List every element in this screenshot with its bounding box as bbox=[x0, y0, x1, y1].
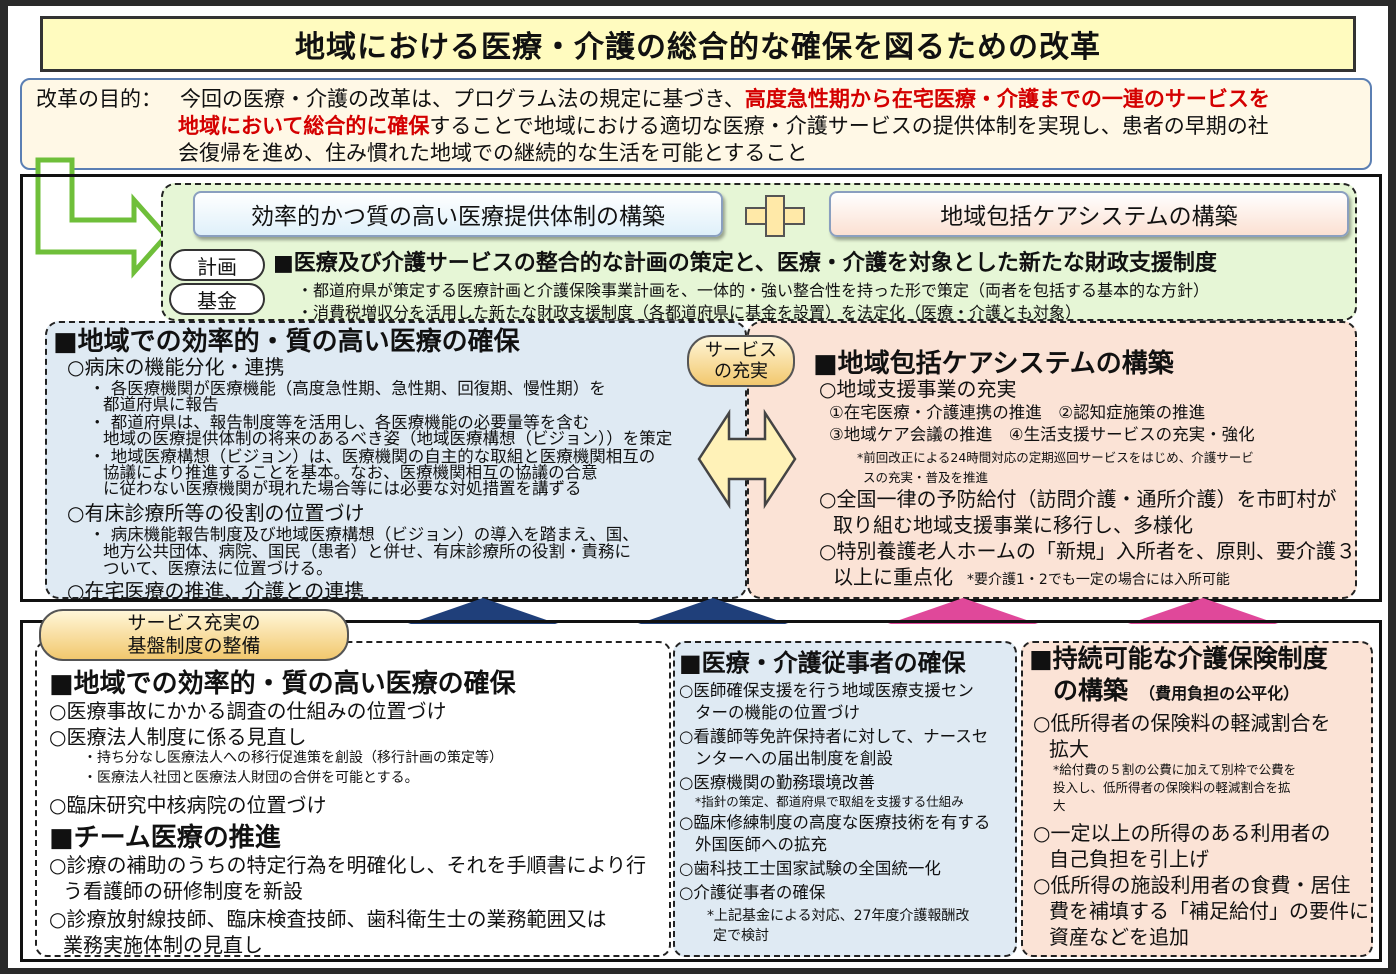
purpose-text-1: 今回の医療・介護の改革は、プログラム法の規定に基づき、 bbox=[180, 87, 745, 111]
pill-fund: 基金 bbox=[169, 283, 265, 315]
text-line: 業務実施体制の見直し bbox=[63, 933, 263, 957]
upper-section: 効率的かつ質の高い医療提供体制の構築 地域包括ケアシステムの構築 計画 基金 ■… bbox=[20, 174, 1382, 603]
text-line: 拡大 bbox=[1049, 737, 1089, 761]
text-line: *要介護1・2でも一定の場合には入所可能 bbox=[967, 572, 1230, 588]
service-oval: サービス の充実 bbox=[687, 335, 795, 387]
text-line: 費を補填する「補足給付」の要件に bbox=[1049, 899, 1369, 923]
text-line: *上記基金による対応、27年度介護報酬改 bbox=[707, 908, 970, 924]
text-line: ○介護従事者の確保 bbox=[679, 883, 826, 902]
text-line: *給付費の５割の公費に加えて別枠で公費を bbox=[1053, 762, 1297, 777]
text-line: ○全国一律の予防給付（訪問介護・通所介護）を市町村が bbox=[819, 487, 1337, 511]
text-line: ○医療事故にかかる調査の仕組みの位置づけ bbox=[49, 699, 447, 723]
purpose-highlight-2: 地域において総合的に確保 bbox=[178, 114, 430, 138]
purpose-box: 改革の目的： 今回の医療・介護の改革は、プログラム法の規定に基づき、高度急性期から… bbox=[20, 78, 1372, 170]
text-line: ○地域支援事業の充実 bbox=[819, 377, 1017, 401]
text-line: ・医療法人社団と医療法人財団の合併を可能とする。 bbox=[83, 770, 419, 786]
text-line: 外国医師への拡充 bbox=[695, 835, 827, 854]
text-line: 定で検討 bbox=[713, 928, 769, 944]
double-arrow-icon bbox=[697, 408, 797, 510]
goal-medical: 効率的かつ質の高い医療提供体制の構築 bbox=[193, 191, 723, 237]
purpose-text-2: することで地域における適切な医療・介護サービスの提供体制を実現し、患者の早期の社 bbox=[429, 114, 1269, 138]
text-line: ③地域ケア会議の推進 ④生活支援サービスの充実・強化 bbox=[829, 425, 1255, 444]
text-line: う看護師の研修制度を新設 bbox=[63, 879, 303, 903]
slide: 地域における医療・介護の総合的な確保を図るための改革 改革の目的： 今回の医療・介… bbox=[8, 6, 1388, 968]
text-line: ○看護師等免許保持者に対して、ナースセ bbox=[679, 727, 989, 746]
lower-right-heading-note: （費用負担の公平化） bbox=[1139, 684, 1300, 703]
text-line: ○医師確保支援を行う地域医療支援セン bbox=[679, 681, 974, 700]
text-line: ○低所得の施設利用者の食費・居住 bbox=[1033, 873, 1351, 897]
text-line: ○歯科技工士国家試験の全国統一化 bbox=[679, 859, 941, 878]
text-line: ○低所得者の保険料の軽減割合を bbox=[1033, 711, 1331, 735]
page-title: 地域における医療・介護の総合的な確保を図るための改革 bbox=[40, 16, 1356, 72]
text-line: ンターへの届出制度を創設 bbox=[695, 749, 893, 768]
text-line: ○一定以上の所得のある利用者の bbox=[1033, 821, 1331, 845]
text-line: ○臨床研究中核病院の位置づけ bbox=[49, 793, 327, 817]
lower-right-heading-2: の構築 bbox=[1053, 676, 1129, 705]
text-line: ターの機能の位置づけ bbox=[695, 703, 860, 722]
text-line: 以上に重点化 bbox=[833, 565, 953, 589]
text-line: ○診療の補助のうちの特定行為を明確化し、それを手順書により行 bbox=[49, 853, 647, 877]
text-line: ○診療放射線技師、臨床検査技師、歯科衛生士の業務範囲又は bbox=[49, 907, 607, 931]
text-line: ・持ち分なし医療法人への移行促進策を創設（移行計画の策定等） bbox=[83, 750, 503, 766]
purpose-highlight-1: 高度急性期から在宅医療・介護までの一連のサービスを bbox=[744, 87, 1270, 111]
purpose-text-3: 会復帰を進め、住み慣れた地域での継続的な生活を可能とすること bbox=[178, 141, 808, 165]
purpose-label: 改革の目的： bbox=[36, 87, 162, 111]
text-line: 大 bbox=[1053, 798, 1066, 813]
text-line: 自己負担を引上げ bbox=[1049, 847, 1209, 871]
lower-section: サービス充実の 基盤制度の整備 ■地域での効率的・質の高い医療の確保 ○医療事故に… bbox=[20, 609, 1382, 962]
lower-right-heading-1: ■持続可能な介護保険制度 bbox=[1029, 644, 1328, 673]
text-line: *指針の策定、都道府県で取組を支援する仕組み bbox=[695, 794, 964, 809]
text-line: ①在宅医療・介護連携の推進 ②認知症施策の推進 bbox=[829, 403, 1206, 422]
text-line: *前回改正による24時間対応の定期巡回サービスをはじめ、介護サービ bbox=[857, 450, 1254, 465]
text-line: 取り組む地域支援事業に移行し、多様化 bbox=[833, 513, 1193, 537]
plan-heading: ■医療及び介護サービスの整合的な計画の策定と、医療・介護を対象とした新たな財政支… bbox=[273, 251, 1217, 276]
foundation-oval: サービス充実の 基盤制度の整備 bbox=[39, 609, 349, 661]
lower-right-heading-2-wrap: の構築 （費用負担の公平化） bbox=[1053, 671, 1299, 707]
lower-mid-heading: ■医療・介護従事者の確保 bbox=[679, 649, 966, 677]
text-line: 資産などを追加 bbox=[1049, 925, 1189, 949]
plus-icon bbox=[745, 195, 805, 237]
text-line: ○医療法人制度に係る見直し bbox=[49, 725, 307, 749]
text-line: に従わない医療機関が現れた場合等には必要な対処措置を講ずる bbox=[103, 479, 582, 498]
text-line: ○臨床修練制度の高度な医療技術を有する bbox=[679, 813, 991, 832]
plan-line-2: ・消費税増収分を活用した新たな財政支援制度（各都道府県に基金を設置）を法定化（医… bbox=[297, 303, 1082, 322]
text-line: ○医療機関の勤務環境改善 bbox=[679, 773, 875, 792]
goal-community-care: 地域包括ケアシステムの構築 bbox=[829, 191, 1349, 237]
plan-line-1: ・都道府県が策定する医療計画と介護保険事業計画を、一体的・強い整合性を持った形で… bbox=[297, 281, 1210, 300]
text-line: 投入し、低所得者の保険料の軽減割合を拡 bbox=[1053, 780, 1291, 795]
pill-plan: 計画 bbox=[169, 249, 265, 281]
text-line: ○特別養護老人ホームの「新規」入所者を、原則、要介護３ bbox=[819, 539, 1356, 563]
text-line: ○在宅医療の推進、介護との連携 bbox=[67, 579, 365, 603]
